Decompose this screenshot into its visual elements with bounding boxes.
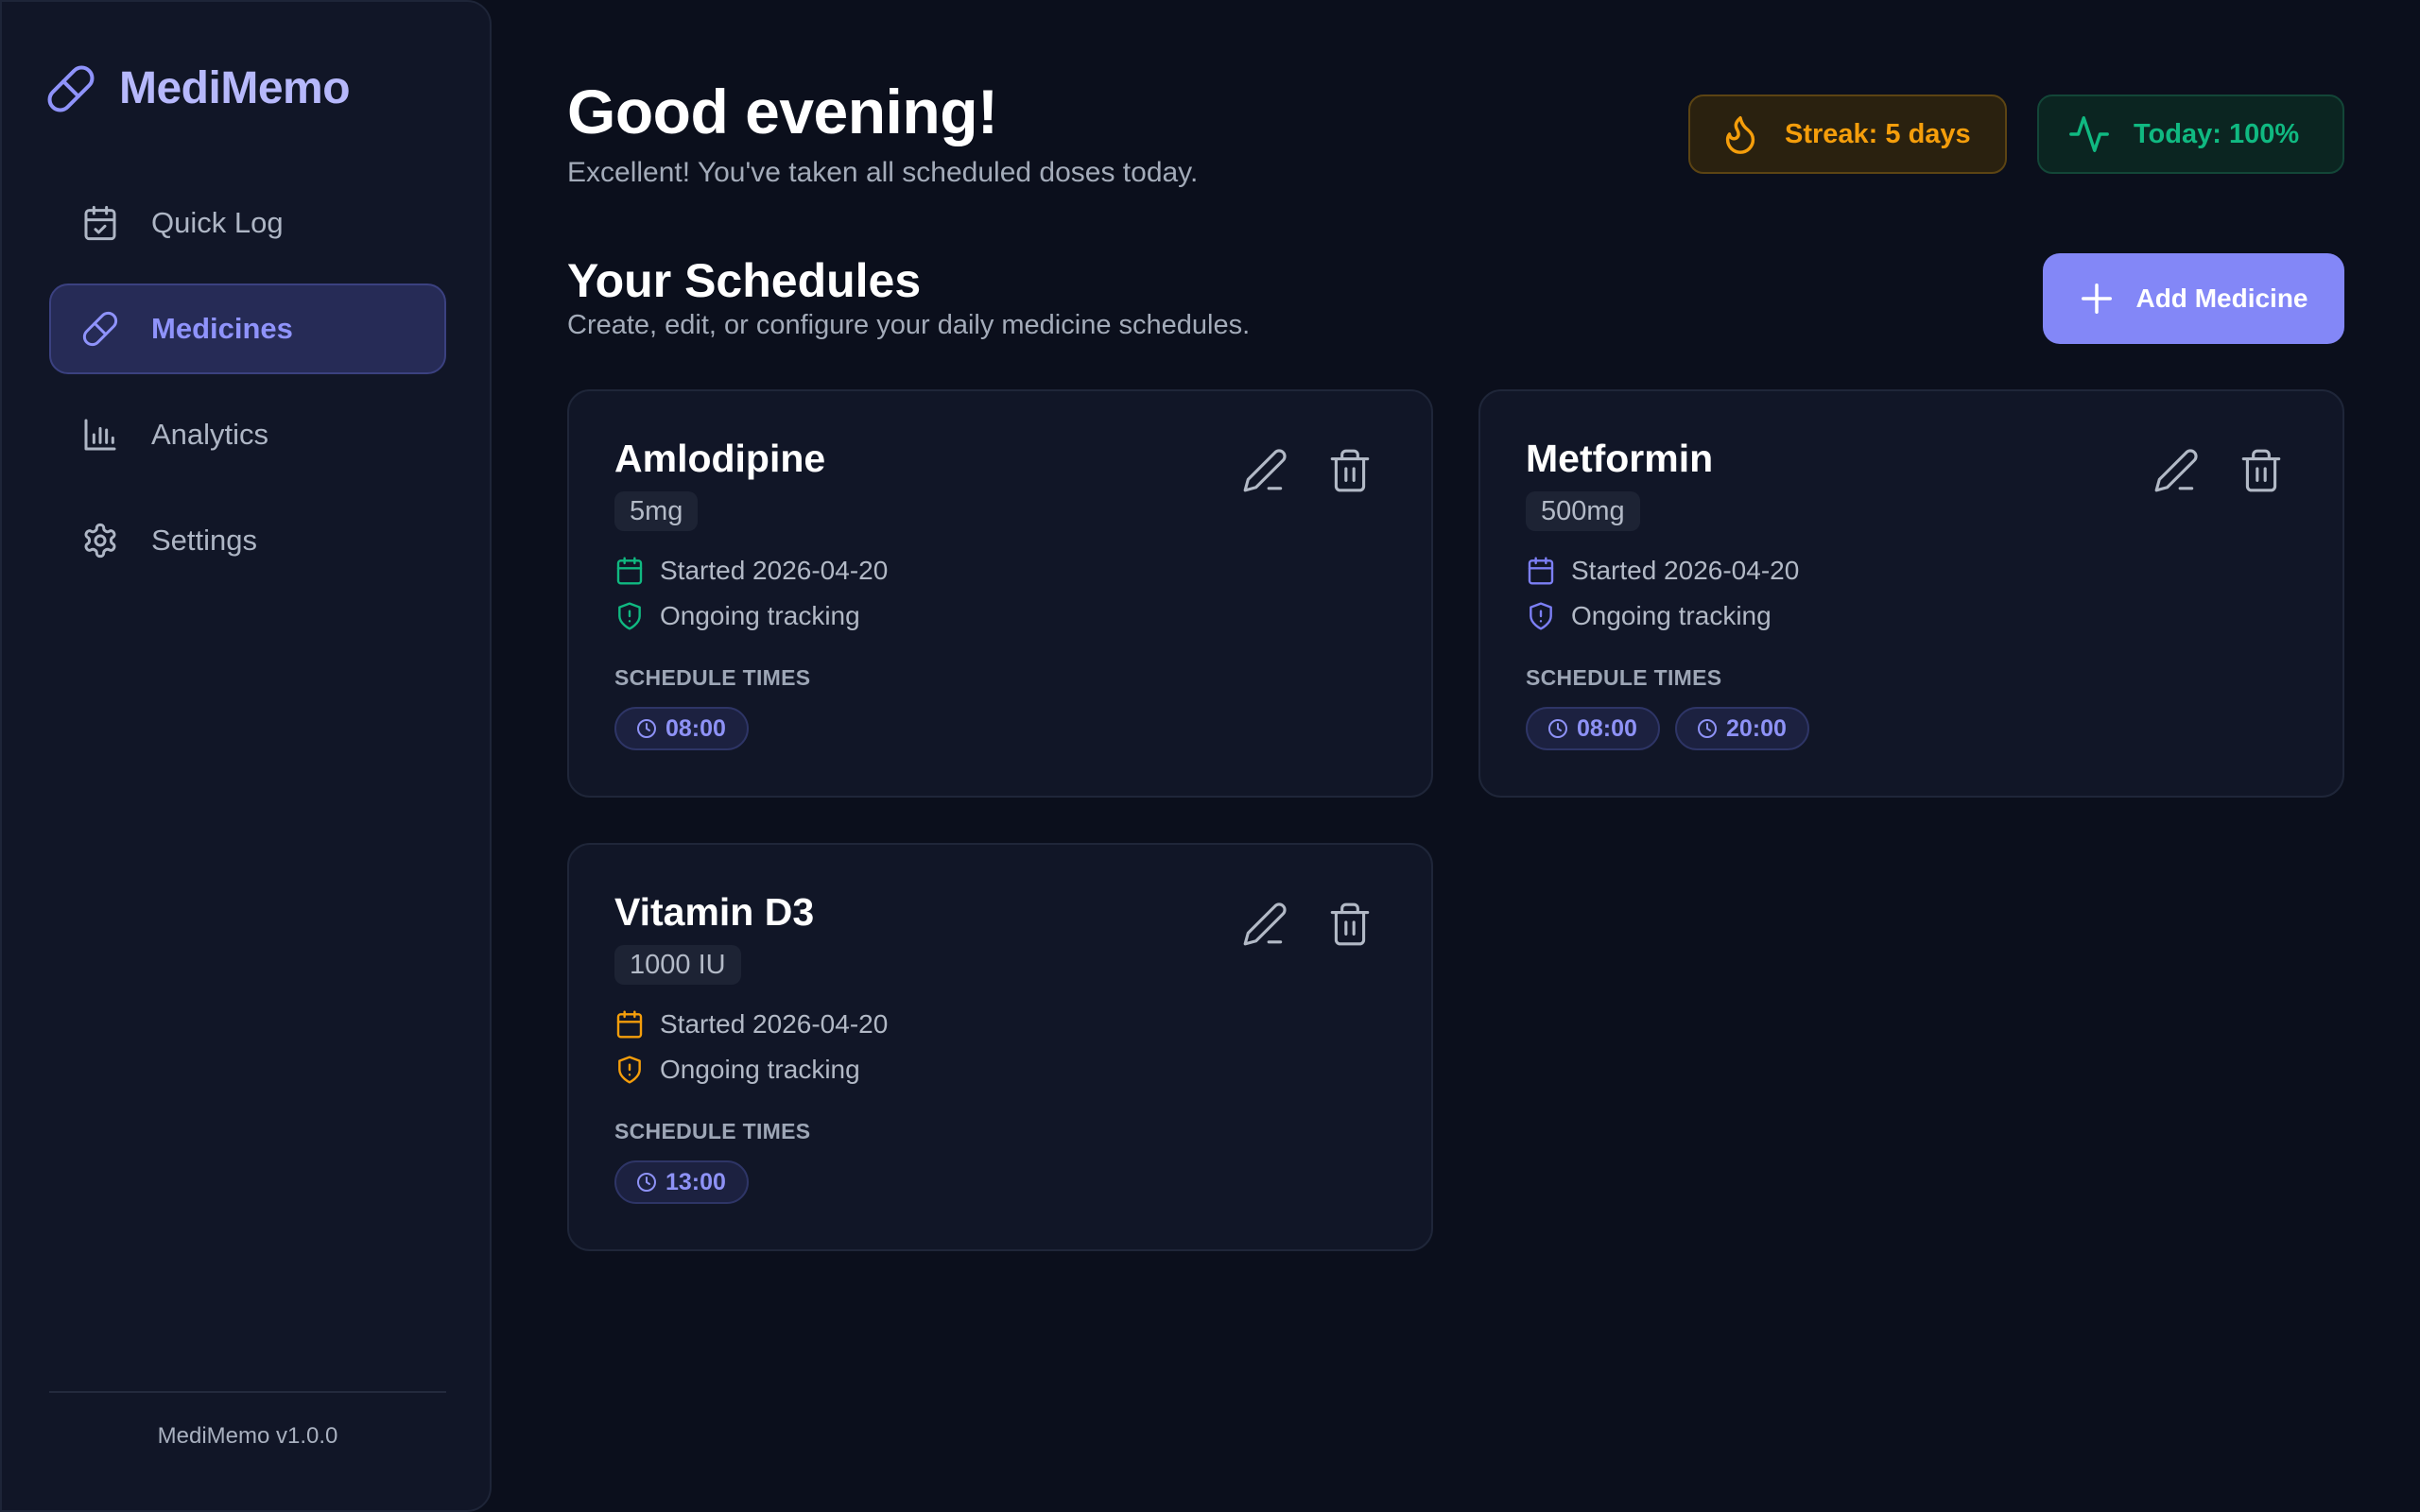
bar-chart-icon <box>84 419 116 451</box>
app-name: MediMemo <box>119 63 351 113</box>
calendar-icon <box>1528 557 1554 585</box>
sidebar-item-label: Settings <box>151 524 258 557</box>
calendar-check-icon <box>84 205 116 241</box>
trash-icon <box>1330 449 1370 492</box>
calendar-icon <box>616 557 643 585</box>
schedule-times: 08:00 20:00 <box>1526 707 1824 750</box>
today-text: Today: 100% <box>2134 118 2300 149</box>
schedule-times: 08:00 <box>614 707 764 750</box>
edit-button[interactable] <box>1240 446 1289 495</box>
medicine-card: Vitamin D3 1000 IU Started 2026-04-20 On… <box>567 843 1433 1251</box>
card-actions <box>2116 446 2286 495</box>
pill-icon <box>47 65 95 112</box>
section-subtitle: Create, edit, or configure your daily me… <box>567 310 1251 340</box>
medicine-name: Amlodipine <box>614 437 826 480</box>
medicine-name: Vitamin D3 <box>614 890 815 934</box>
tracking-status: Ongoing tracking <box>1526 601 1772 631</box>
start-date-text: Started 2026-04-20 <box>660 1009 889 1039</box>
add-medicine-button[interactable]: Add Medicine <box>2043 253 2344 344</box>
clock-icon <box>1697 719 1717 738</box>
schedule-times-label: SCHEDULE TIMES <box>614 665 811 690</box>
delete-button[interactable] <box>1325 900 1374 949</box>
time-chip: 08:00 <box>1526 707 1660 750</box>
start-date: Started 2026-04-20 <box>614 556 888 586</box>
sidebar-item-medicines[interactable]: Medicines <box>49 284 446 374</box>
dose-badge: 1000 IU <box>614 945 741 985</box>
calendar-icon <box>616 1010 643 1039</box>
sidebar-item-analytics[interactable]: Analytics <box>49 389 446 480</box>
flame-icon <box>1725 116 1755 154</box>
medicine-card: Metformin 500mg Started 2026-04-20 Ongoi… <box>1478 389 2344 798</box>
time-value: 20:00 <box>1725 714 1787 742</box>
pencil-icon <box>2154 449 2198 492</box>
time-chip: 20:00 <box>1674 707 1809 750</box>
schedule-times: 13:00 <box>614 1160 764 1204</box>
time-value: 13:00 <box>666 1168 726 1195</box>
pencil-icon <box>1243 902 1287 946</box>
trash-icon <box>1330 902 1370 946</box>
edit-button[interactable] <box>2152 446 2201 495</box>
clock-icon <box>637 1173 656 1192</box>
tracking-text: Ongoing tracking <box>1571 601 1772 630</box>
delete-button[interactable] <box>2237 446 2286 495</box>
card-actions <box>1204 446 1374 495</box>
sidebar-item-quick-log[interactable]: Quick Log <box>49 178 446 268</box>
pill-icon <box>82 311 118 347</box>
sidebar-item-label: Medicines <box>151 312 293 345</box>
greeting-subtitle: Excellent! You've taken all scheduled do… <box>567 157 1199 188</box>
streak-text: Streak: 5 days <box>1785 118 1971 149</box>
sidebar-item-settings[interactable]: Settings <box>49 495 446 586</box>
time-value: 08:00 <box>1577 714 1637 742</box>
shield-alert-icon <box>618 1056 641 1084</box>
delete-button[interactable] <box>1325 446 1374 495</box>
tracking-text: Ongoing tracking <box>660 601 860 630</box>
dose-badge: 5mg <box>614 491 699 531</box>
shield-alert-icon <box>618 602 641 630</box>
app-version: MediMemo v1.0.0 <box>157 1423 338 1449</box>
page-greeting: Good evening! <box>567 77 998 146</box>
plus-icon <box>2082 284 2113 314</box>
medicine-card: Amlodipine 5mg Started 2026-04-20 Ongoin… <box>567 389 1433 798</box>
start-date-text: Started 2026-04-20 <box>1571 556 1800 585</box>
start-date: Started 2026-04-20 <box>614 1009 888 1040</box>
pencil-icon <box>1243 449 1287 492</box>
trash-icon <box>2241 449 2281 492</box>
time-chip: 13:00 <box>614 1160 749 1204</box>
sidebar-divider <box>49 1391 446 1393</box>
today-badge: Today: 100% <box>2037 94 2344 174</box>
time-chip: 08:00 <box>614 707 749 750</box>
sidebar: MediMemo Quick Log Medicines Analytics S… <box>0 0 492 1512</box>
start-date: Started 2026-04-20 <box>1526 556 1799 586</box>
clock-icon <box>1548 719 1567 738</box>
sidebar-item-label: Quick Log <box>151 206 284 239</box>
tracking-status: Ongoing tracking <box>614 1055 860 1085</box>
add-medicine-label: Add Medicine <box>2135 284 2308 313</box>
card-actions <box>1204 900 1374 949</box>
shield-alert-icon <box>1530 602 1552 630</box>
activity-icon <box>2069 116 2109 152</box>
schedule-times-label: SCHEDULE TIMES <box>1526 665 1722 690</box>
app-logo[interactable]: MediMemo <box>45 62 351 114</box>
dose-badge: 500mg <box>1526 491 1640 531</box>
app-root: MediMemo Quick Log Medicines Analytics S… <box>0 0 2420 1512</box>
sidebar-item-label: Analytics <box>151 418 269 451</box>
section-title: Your Schedules <box>567 254 922 307</box>
clock-icon <box>637 719 656 738</box>
gear-icon <box>84 523 116 558</box>
medicine-name: Metformin <box>1526 437 1714 480</box>
tracking-text: Ongoing tracking <box>660 1055 860 1084</box>
edit-button[interactable] <box>1240 900 1289 949</box>
tracking-status: Ongoing tracking <box>614 601 860 631</box>
start-date-text: Started 2026-04-20 <box>660 556 889 585</box>
sidebar-nav: Quick Log Medicines Analytics Settings <box>49 178 446 601</box>
streak-badge: Streak: 5 days <box>1688 94 2007 174</box>
schedule-times-label: SCHEDULE TIMES <box>614 1119 811 1143</box>
time-value: 08:00 <box>666 714 726 742</box>
